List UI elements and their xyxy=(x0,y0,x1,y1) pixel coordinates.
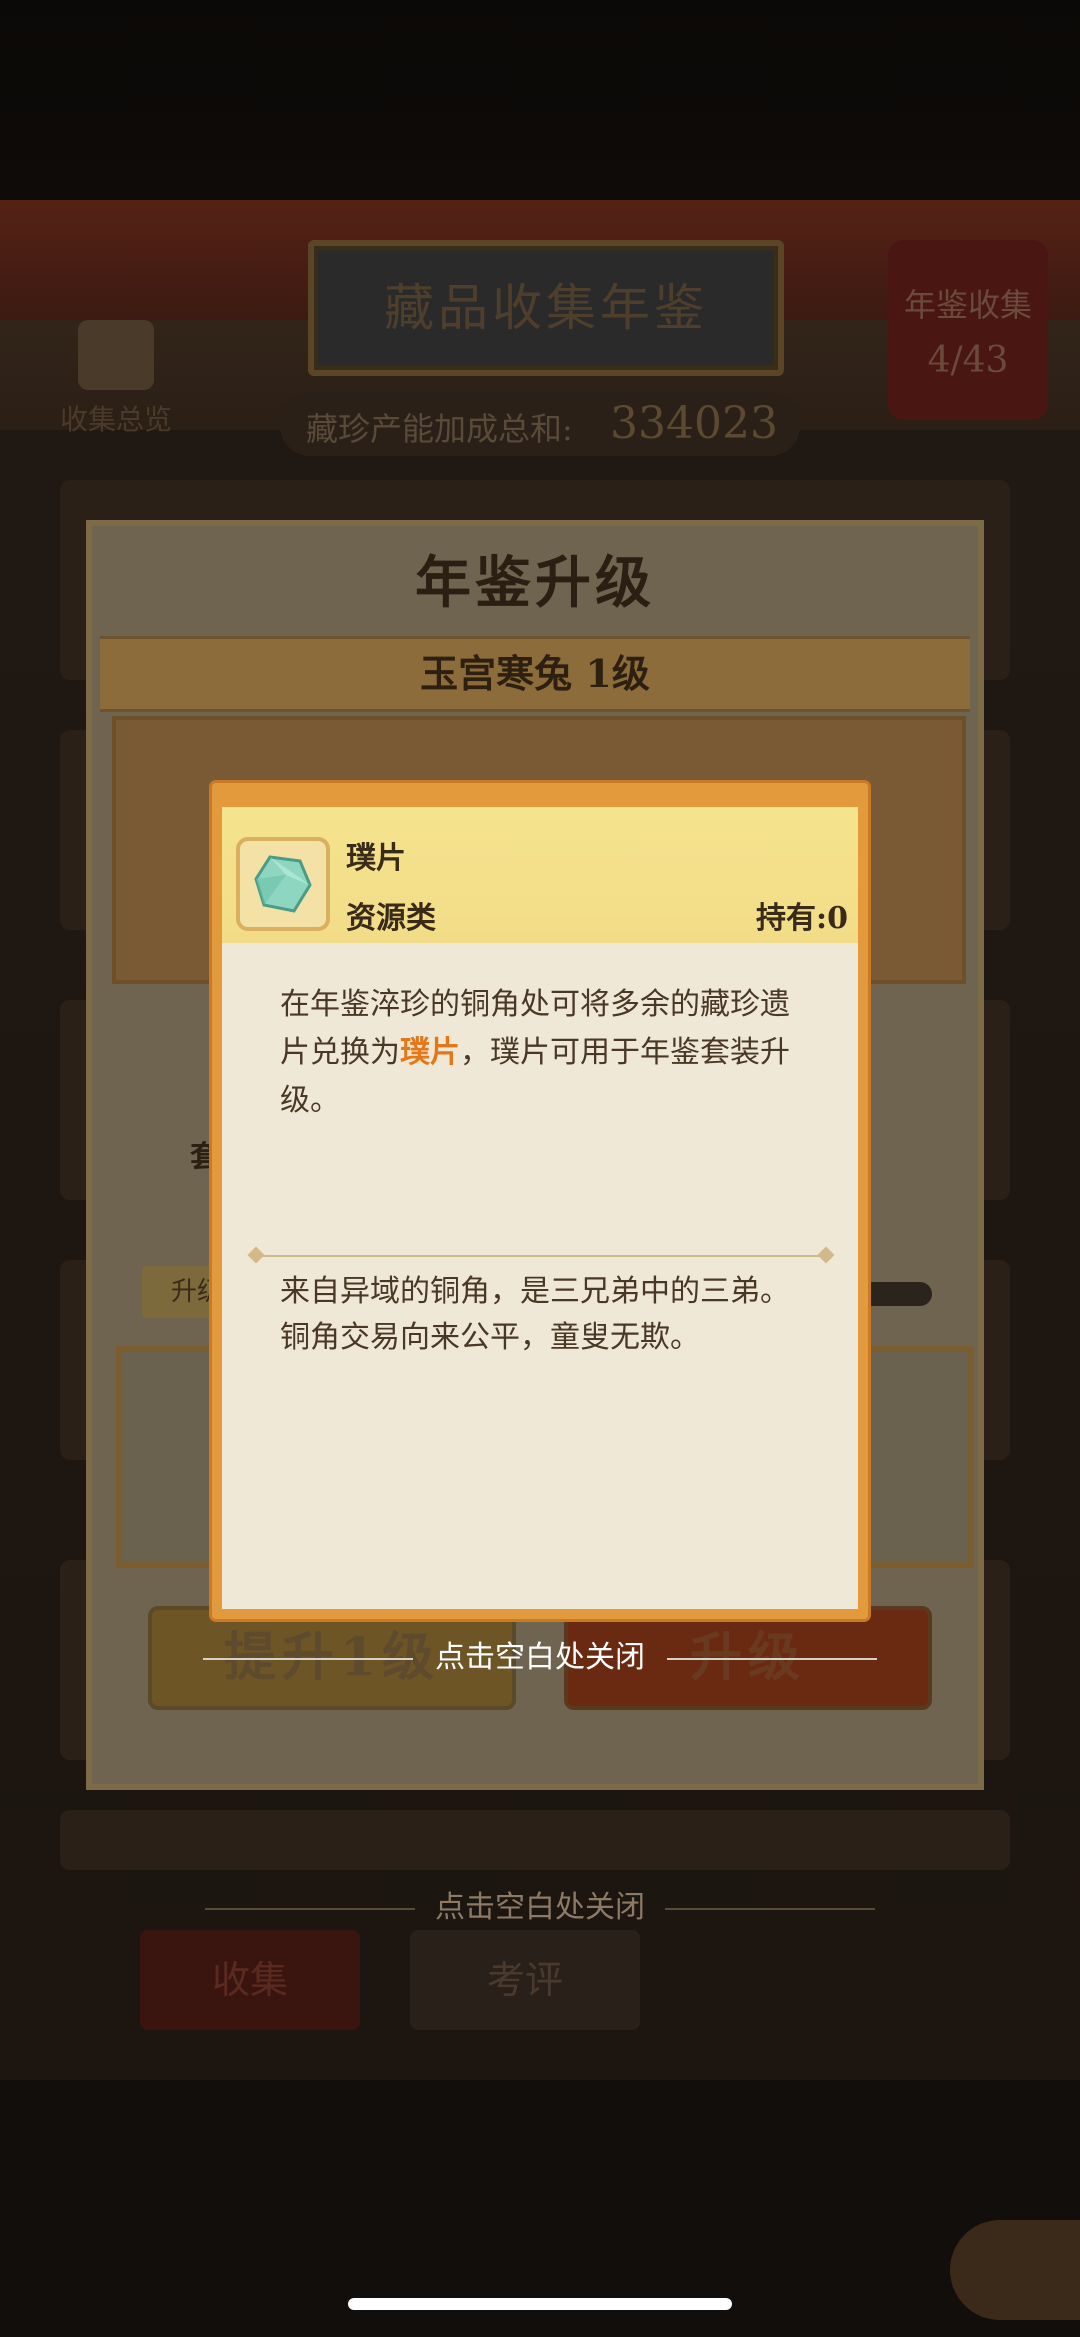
item-category: 资源类 xyxy=(346,901,436,936)
bonus-bar: 藏珍产能加成总和: 334023 xyxy=(280,392,800,456)
background-close-hint[interactable]: 点击空白处关闭 xyxy=(0,1882,1080,1926)
upgrade-subtitle: 玉宫寒兔 1级 xyxy=(420,651,650,696)
tab-evaluate[interactable]: 考评 xyxy=(410,1930,640,2030)
item-detail-popup: 璞片 资源类 持有:0 在年鉴淬珍的铜角处可将多余的藏珍遗片兑换为璞片，璞片可用… xyxy=(212,783,868,1619)
yearbook-title-plaque: 藏品收集年鉴 xyxy=(308,240,784,376)
holding-label: 持有: xyxy=(756,901,828,936)
hint-line-right xyxy=(667,1658,877,1660)
upgrade-subtitle-bar: 玉宫寒兔 1级 xyxy=(100,636,970,712)
popup-header-border xyxy=(222,793,858,807)
close-hint-text: 点击空白处关闭 xyxy=(435,1640,645,1675)
collection-overview-button[interactable]: 收集总览 xyxy=(56,320,176,440)
divider-ornament xyxy=(817,1246,835,1264)
home-indicator[interactable] xyxy=(348,2298,732,2310)
divider-ornament xyxy=(247,1246,265,1264)
hint-line-left xyxy=(203,1658,413,1660)
collect-count-value: 4/43 xyxy=(927,340,1009,381)
list-item xyxy=(60,1810,1010,1870)
yearbook-title: 藏品收集年鉴 xyxy=(384,279,708,337)
collect-count-label: 年鉴收集 xyxy=(903,286,1032,324)
popup-divider xyxy=(258,1255,824,1257)
item-lore: 来自异域的铜角，是三兄弟中的三弟。铜角交易向来公平，童叟无欺。 xyxy=(280,1274,790,1355)
collection-overview-label: 收集总览 xyxy=(59,403,172,436)
item-highlight: 璞片 xyxy=(400,1035,460,1070)
item-holding: 持有:0 xyxy=(756,893,848,937)
item-name: 璞片 xyxy=(346,841,406,876)
bonus-value: 334023 xyxy=(610,398,778,449)
close-hint[interactable]: 点击空白处关闭 xyxy=(0,1632,1080,1676)
item-description: 在年鉴淬珍的铜角处可将多余的藏珍遗片兑换为璞片，璞片可用于年鉴套装升级。 xyxy=(280,987,790,1118)
jade-shard-icon xyxy=(236,837,330,931)
gift-box-icon xyxy=(78,320,154,390)
bonus-label: 藏珍产能加成总和: xyxy=(306,410,573,448)
tab-collect[interactable]: 收集 xyxy=(140,1930,360,2030)
holding-value: 0 xyxy=(827,901,848,936)
upgrade-panel-title: 年鉴升级 xyxy=(415,550,655,616)
back-button[interactable] xyxy=(950,2220,1080,2320)
collect-count-badge[interactable]: 年鉴收集 4/43 xyxy=(888,240,1048,420)
